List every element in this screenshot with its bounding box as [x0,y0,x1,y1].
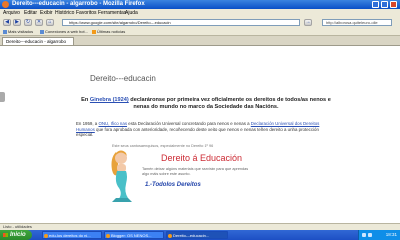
bookmark-label: Conexiones a web hot... [45,29,88,34]
taskbar-item-label: Dereito---educacin... [173,233,210,238]
section-title: Dereito á Educación [161,153,243,163]
menu-view[interactable]: Exibir [40,9,53,17]
intro-text-start: En [81,97,90,103]
menu-tools[interactable]: Ferramentas [98,9,126,17]
go-button[interactable]: → [304,19,312,26]
para-text: que fora aprobada con anterioridade, rec… [76,126,319,138]
menu-history[interactable]: Histórico [55,9,74,17]
maximize-button[interactable] [381,1,388,8]
para-text: En 1959, a [76,121,99,126]
taskbar-item-active[interactable]: Dereito---educacin... [166,231,228,239]
menu-bookmarks[interactable]: Favoritos [76,9,97,17]
bookmark-item[interactable]: Mais visitados [3,28,33,35]
window-title: Dereito---educacin - algarrobo - Mozilla… [12,1,145,7]
start-label: Inicio [10,232,26,238]
reload-button[interactable]: ↻ [24,19,32,26]
windows-logo-icon [3,233,8,237]
para-text: esta Declaración Universal concretando p… [127,121,251,126]
taskbar-item-label: edu-los dereitos do ni... [49,233,91,238]
intro-text-end: declaráronse por primeira vez oficialmen… [128,97,331,110]
close-button[interactable] [390,1,397,8]
bookmark-icon [40,29,44,34]
menu-help[interactable]: Ajuda [125,9,138,17]
home-button[interactable]: ⌂ [46,19,54,26]
bookmarks-toolbar: Mais visitados Conexiones a web hot... Ú… [0,28,400,36]
firefox-icon [44,233,48,238]
firefox-icon [168,233,172,238]
volume-icon[interactable] [368,233,372,237]
declaration-paragraph: En 1959, a ONU, Ifico nas esta Declaraci… [76,121,322,138]
taskbar-item-label: Blogger: OS NENOS... [111,233,152,238]
rights-list-heading[interactable]: 1.-Todolos Dereitos [145,182,201,188]
menu-edit[interactable]: Editar [24,9,37,17]
intro-paragraph: En Ginebra (1924) declaráronse por prime… [76,97,336,111]
sidebar-toggle[interactable] [0,92,5,102]
link-ginebra[interactable]: Ginebra (1924) [90,97,129,103]
link-onu[interactable]: ONU, Ifico nas [98,121,127,126]
tab-active[interactable]: Dereito---educacin - algarrobo [2,37,74,45]
start-button[interactable]: Inicio [0,230,32,240]
bookmark-item[interactable]: Últimas notícias [92,28,125,35]
page-heading: Dereito---educacin [90,74,156,83]
bookmark-label: Últimas notícias [97,29,126,34]
firefox-icon [106,233,110,238]
bookmark-label: Mais visitados [8,29,34,34]
clock: 18:31 [385,232,397,237]
network-icon[interactable] [362,233,366,237]
back-button[interactable]: ◀ [3,19,11,26]
taskbar-item[interactable]: Blogger: OS NENOS... [104,231,164,239]
bookmark-icon [3,29,7,34]
rss-icon [92,29,96,34]
firefox-icon [2,1,9,8]
system-tray: 18:31 [358,230,400,240]
mermaid-illustration [111,150,132,202]
bookmark-item[interactable]: Conexiones a web hot... [40,28,88,35]
section-description: Tamén deixar algúns materiais que ssrvir… [142,167,249,176]
menu-file[interactable]: Arquivo [3,9,20,17]
menu-bar: Arquivo Editar Exibir Histórico Favorito… [0,9,400,17]
status-bar: Listo - utilidades [0,223,400,230]
taskbar-item[interactable]: edu-los dereitos do ni... [42,231,102,239]
forward-button[interactable]: ▶ [13,19,21,26]
stop-button[interactable]: ✕ [35,19,43,26]
address-bar[interactable]: https://www.google.com/site/algarrobo/De… [62,19,300,26]
minimize-button[interactable] [372,1,379,8]
window-titlebar[interactable]: Dereito---educacin - algarrobo - Mozilla… [0,0,400,9]
search-input[interactable]: http://alborosa.quiteleuro-olle [322,19,392,26]
